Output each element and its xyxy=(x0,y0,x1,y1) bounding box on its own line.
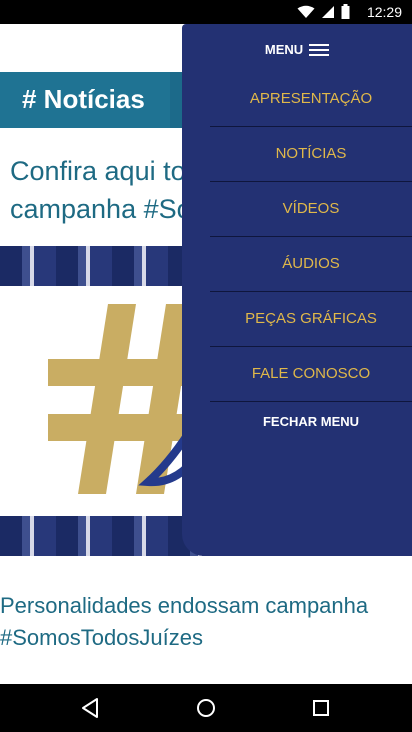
menu-toggle[interactable]: MENU xyxy=(182,42,412,57)
status-bar: 12:29 xyxy=(0,0,412,24)
home-icon[interactable] xyxy=(194,696,218,720)
status-time: 12:29 xyxy=(366,4,402,20)
back-icon[interactable] xyxy=(79,696,103,720)
navigation-drawer: MENU APRESENTAÇÃO NOTÍCIAS VÍDEOS ÁUDIOS… xyxy=(182,24,412,556)
menu-item-pecas-graficas[interactable]: PEÇAS GRÁFICAS xyxy=(210,292,412,347)
system-nav-bar xyxy=(0,684,412,732)
menu-item-videos[interactable]: VÍDEOS xyxy=(210,182,412,237)
status-icons xyxy=(297,4,350,19)
article-title-line-2: #SomosTodosJuízes xyxy=(0,625,203,650)
battery-icon xyxy=(341,4,350,19)
menu-label: MENU xyxy=(264,42,304,57)
menu-item-fale-conosco[interactable]: FALE CONOSCO xyxy=(210,347,412,402)
section-title: # Notícias xyxy=(22,84,145,114)
recents-icon[interactable] xyxy=(309,696,333,720)
article-title-link[interactable]: Personalidades endossam campanha #SomosT… xyxy=(0,590,412,654)
article-title-line-1: Personalidades endossam campanha xyxy=(0,593,369,618)
hamburger-icon xyxy=(309,43,330,57)
close-menu-button[interactable]: FECHAR MENU xyxy=(210,402,412,442)
signal-icon xyxy=(322,5,334,18)
wifi-icon xyxy=(297,5,315,18)
menu-list: APRESENTAÇÃO NOTÍCIAS VÍDEOS ÁUDIOS PEÇA… xyxy=(210,72,412,442)
menu-item-noticias[interactable]: NOTÍCIAS xyxy=(210,127,412,182)
menu-item-apresentacao[interactable]: APRESENTAÇÃO xyxy=(210,72,412,127)
menu-item-audios[interactable]: ÁUDIOS xyxy=(210,237,412,292)
app-screen: 12:29 # Notícias Confira aqui tod campan… xyxy=(0,0,412,732)
